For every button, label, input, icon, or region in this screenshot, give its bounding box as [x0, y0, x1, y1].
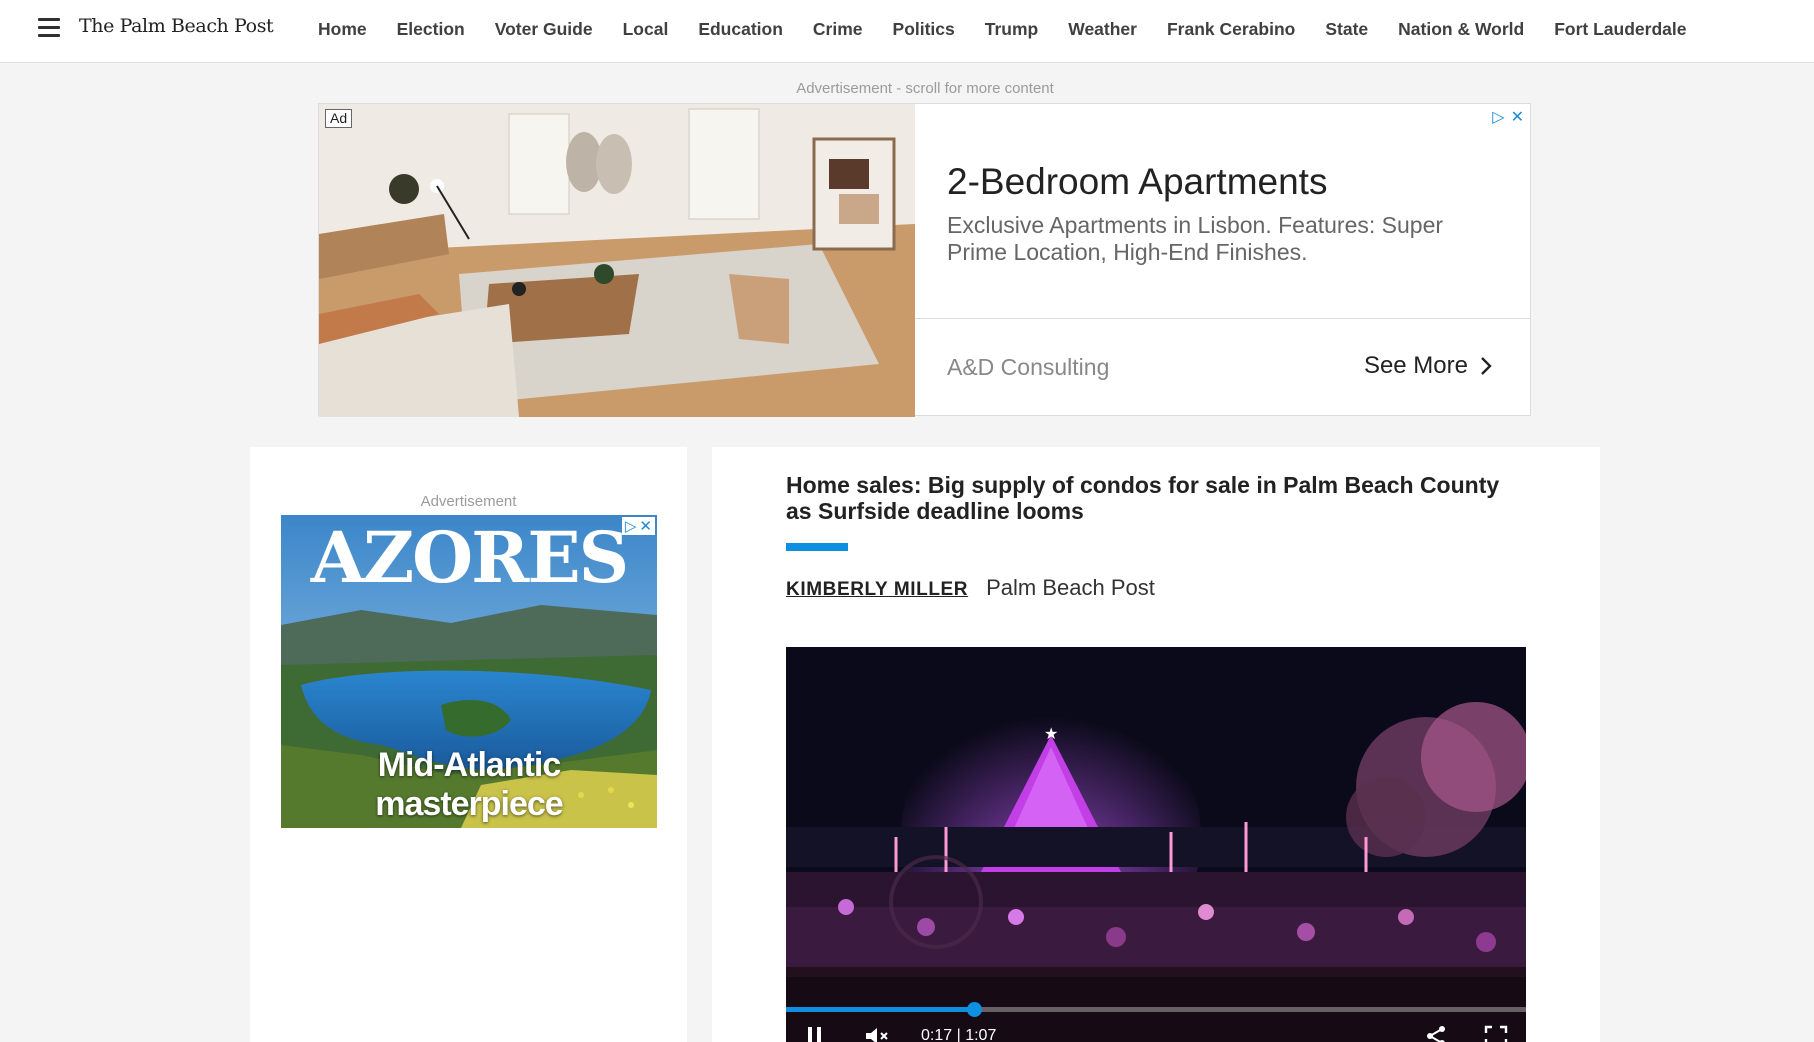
byline: KIMBERLY MILLER Palm Beach Post	[786, 575, 1155, 601]
sidebar-ad-tagline: Mid-Atlantic masterpiece	[375, 746, 563, 823]
fullscreen-icon[interactable]	[1484, 1025, 1508, 1042]
ad-notice: Advertisement - scroll for more content	[796, 80, 1054, 97]
mute-icon[interactable]	[864, 1025, 890, 1042]
banner-ad[interactable]: Ad ▷ ✕ 2-Bedroom Apartments Exclusive Ap…	[318, 103, 1531, 417]
hamburger-icon[interactable]	[38, 18, 62, 38]
nav-links: Home Election Voter Guide Local Educatio…	[318, 0, 1716, 58]
video-progress-fill	[786, 1007, 974, 1012]
sidebar-adchoices: ▷ ✕	[621, 517, 655, 535]
banner-ad-advertiser: A&D Consulting	[947, 354, 1110, 380]
nav-trump[interactable]: Trump	[985, 19, 1038, 40]
video-current-time: 0:17	[921, 1027, 953, 1042]
author-link[interactable]: KIMBERLY MILLER	[786, 579, 968, 601]
svg-text:★: ★	[1044, 724, 1058, 743]
video-time: 0:17 | 1:07	[921, 1027, 996, 1042]
nav-election[interactable]: Election	[397, 19, 465, 40]
video-frame: ★	[786, 647, 1526, 1042]
nav-politics[interactable]: Politics	[893, 19, 955, 40]
publication-name: Palm Beach Post	[986, 575, 1155, 600]
nav-weather[interactable]: Weather	[1068, 19, 1137, 40]
article-main: Home sales: Big supply of condos for sal…	[712, 447, 1600, 1042]
sidebar-ad[interactable]: AZORES Mid-Atlantic masterpiece ▷ ✕	[281, 515, 657, 828]
video-player[interactable]: ★ 0:17 | 1:07	[786, 647, 1526, 1042]
share-icon[interactable]	[1424, 1025, 1448, 1042]
nav-state[interactable]: State	[1325, 19, 1368, 40]
nav-voter-guide[interactable]: Voter Guide	[495, 19, 593, 40]
nav-crime[interactable]: Crime	[813, 19, 863, 40]
chevron-right-icon	[1481, 357, 1492, 375]
banner-ad-image[interactable]: Ad	[319, 104, 915, 417]
banner-adchoices: ▷ ✕	[1492, 107, 1524, 126]
video-progress-knob[interactable]	[966, 1002, 982, 1017]
nav-nation-world[interactable]: Nation & World	[1398, 19, 1524, 40]
top-nav: The Palm Beach Post Home Election Voter …	[0, 0, 1814, 63]
banner-ad-title[interactable]: 2-Bedroom Apartments	[947, 161, 1327, 203]
ad-badge: Ad	[325, 109, 353, 128]
adchoices-icon[interactable]: ▷	[1492, 107, 1504, 126]
video-duration: 1:07	[965, 1027, 997, 1042]
headline-accent-bar	[786, 543, 848, 551]
article-headline: Home sales: Big supply of condos for sal…	[786, 472, 1500, 524]
see-more-label: See More	[1363, 352, 1468, 379]
see-more-button[interactable]: See More	[1364, 352, 1492, 380]
nav-education[interactable]: Education	[698, 19, 783, 40]
site-logo[interactable]: The Palm Beach Post	[79, 15, 274, 37]
nav-home[interactable]: Home	[318, 19, 367, 40]
nav-frank-cerabino[interactable]: Frank Cerabino	[1167, 19, 1295, 40]
close-icon[interactable]: ✕	[1511, 107, 1524, 126]
time-separator: |	[956, 1027, 966, 1042]
sidebar-ad-label: Advertisement	[420, 493, 517, 510]
nav-fort-lauderdale[interactable]: Fort Lauderdale	[1554, 19, 1686, 40]
video-progress-bar[interactable]	[786, 1002, 1526, 1017]
adchoices-icon[interactable]: ▷	[625, 517, 637, 535]
banner-ad-divider	[915, 318, 1531, 319]
sidebar: Advertisement AZORES Mid-Atlantic master…	[250, 447, 687, 1042]
pause-icon[interactable]	[808, 1027, 822, 1042]
close-icon[interactable]: ✕	[639, 517, 652, 535]
banner-ad-description: Exclusive Apartments in Lisbon. Features…	[947, 212, 1444, 265]
video-controls: 0:17 | 1:07	[786, 1017, 1526, 1042]
nav-local[interactable]: Local	[623, 19, 669, 40]
sidebar-ad-title: AZORES	[310, 516, 629, 599]
